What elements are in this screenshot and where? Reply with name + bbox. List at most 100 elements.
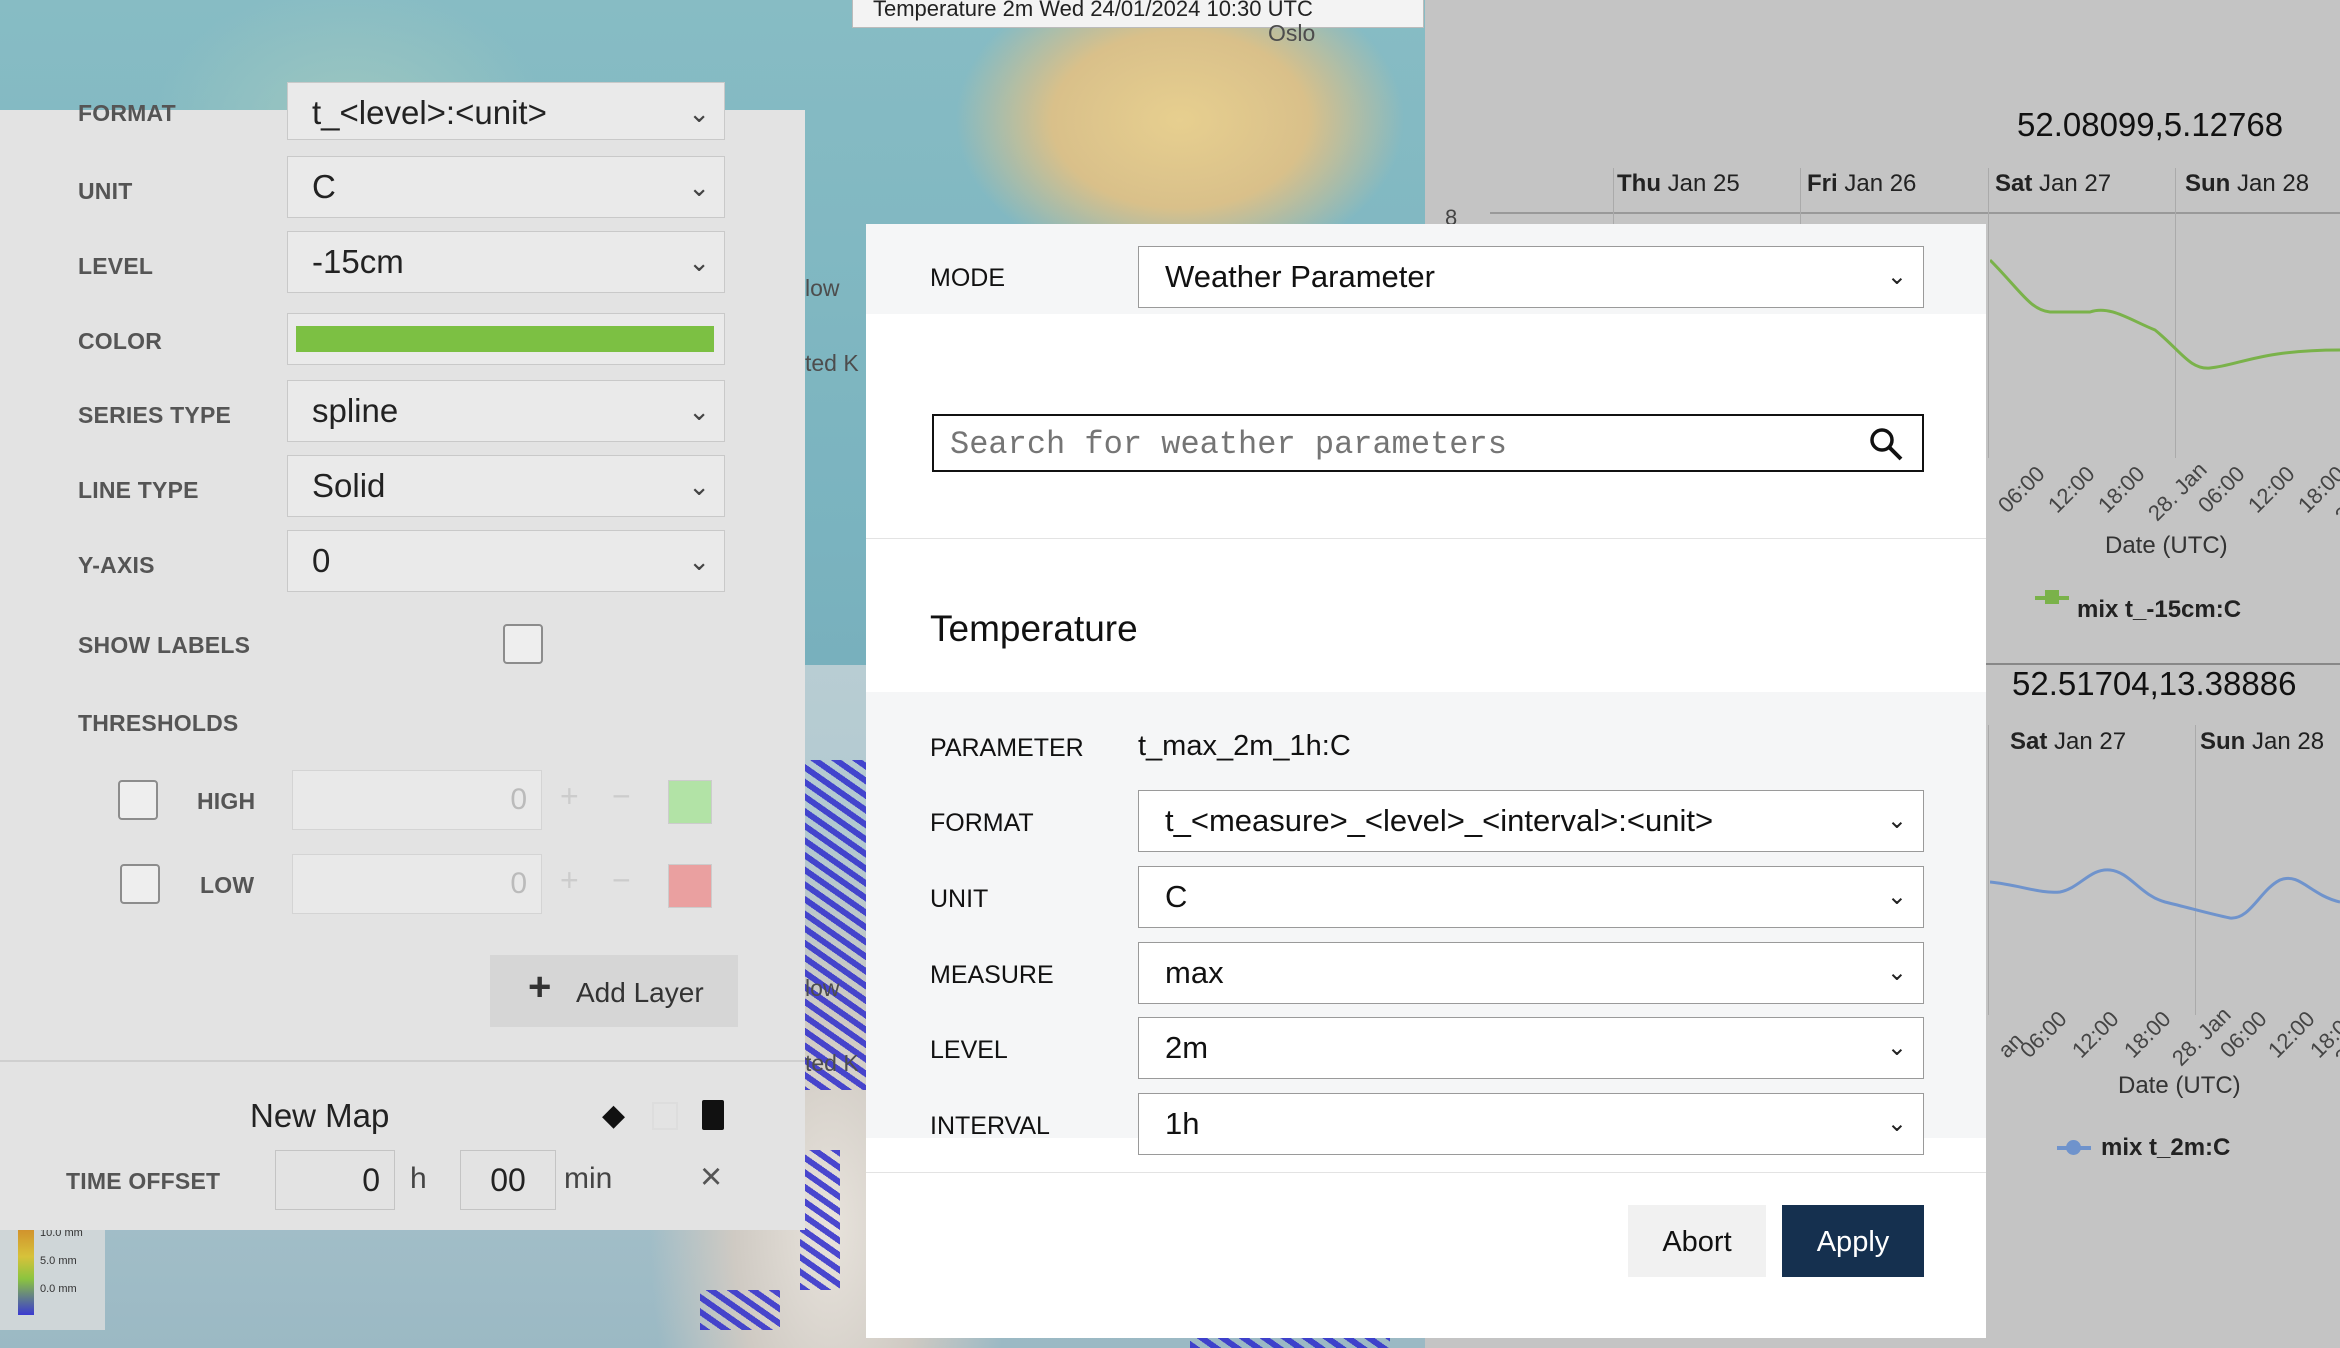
day-header: Sun Jan 28	[2185, 170, 2309, 198]
low-decrement-button[interactable]: −	[612, 862, 631, 899]
parameter-value: t_max_2m_1h:C	[1138, 730, 1351, 762]
apply-button[interactable]: Apply	[1782, 1205, 1924, 1277]
x-tick: 18:00	[2093, 461, 2150, 518]
map-name[interactable]: New Map	[250, 1097, 389, 1135]
day-header-dow: Sun	[2185, 170, 2231, 197]
add-layer-label: Add Layer	[576, 977, 704, 1008]
measure-select[interactable]: max ⌄	[1138, 942, 1924, 1004]
high-threshold-input[interactable]: 0	[292, 770, 542, 830]
day-header: Fri Jan 26	[1807, 170, 1916, 198]
level-select[interactable]: -15cm ⌄	[287, 231, 725, 293]
day-header: Sat Jan 27	[2010, 728, 2126, 756]
unit-label: UNIT	[78, 178, 133, 204]
measure-label: MEASURE	[930, 961, 1054, 989]
format-select[interactable]: t_<measure>_<level>_<interval>:<unit> ⌄	[1138, 790, 1924, 852]
x-tick: 12:00	[2243, 461, 2300, 518]
day-header-dow: Sat	[1995, 170, 2033, 197]
day-divider	[1988, 725, 1989, 1015]
offset-minutes-input[interactable]: 00	[460, 1150, 556, 1210]
add-layer-button[interactable]: + Add Layer	[490, 955, 738, 1027]
measure-value: max	[1165, 955, 1224, 990]
layers-icon[interactable]: ◆	[602, 1098, 625, 1133]
interval-select[interactable]: 1h ⌄	[1138, 1093, 1924, 1155]
chart-gridline	[1490, 212, 2340, 214]
y-axis-select[interactable]: 0 ⌄	[287, 530, 725, 592]
chart-location: 52.08099,5.12768	[2017, 106, 2284, 143]
show-labels-label: SHOW LABELS	[78, 632, 251, 658]
color-label: COLOR	[78, 328, 163, 354]
high-increment-button[interactable]: +	[560, 778, 579, 815]
day-header-date: Jan 28	[2237, 170, 2310, 197]
low-threshold-checkbox[interactable]	[120, 864, 160, 904]
day-header-date: Jan 27	[2054, 728, 2127, 755]
level-select[interactable]: 2m ⌄	[1138, 1017, 1924, 1079]
chevron-down-icon: ⌄	[1886, 1110, 1907, 1137]
plus-icon: +	[528, 965, 552, 1009]
x-axis-title: Date (UTC)	[2105, 532, 2228, 559]
abort-button[interactable]: Abort	[1628, 1205, 1766, 1277]
chart-location: 52.51704,13.38886	[2012, 665, 2297, 702]
series-line-2	[1990, 868, 2340, 920]
chevron-down-icon: ⌄	[688, 247, 710, 277]
low-increment-button[interactable]: +	[560, 862, 579, 899]
chevron-down-icon: ⌄	[688, 471, 710, 501]
panel-divider	[0, 1060, 805, 1062]
format-value: t_<measure>_<level>_<interval>:<unit>	[1165, 803, 1714, 838]
chevron-down-icon: ⌄	[688, 172, 710, 202]
day-header-dow: Fri	[1807, 170, 1838, 197]
level-value: -15cm	[312, 243, 404, 280]
dialog-divider	[866, 1172, 1986, 1173]
day-header-dow: Thu	[1617, 170, 1661, 197]
day-header-date: Jan 27	[2039, 170, 2112, 197]
format-label: FORMAT	[78, 100, 176, 126]
map-label-oslo: Oslo	[1268, 20, 1316, 46]
parameter-label: PARAMETER	[930, 734, 1084, 762]
line-type-select[interactable]: Solid ⌄	[287, 455, 725, 517]
precipitation-overlay	[800, 1150, 840, 1290]
low-label: LOW	[200, 872, 255, 898]
precipitation-legend: 10.0 mm 5.0 mm 0.0 mm	[0, 1215, 105, 1330]
low-threshold-input[interactable]: 0	[292, 854, 542, 914]
low-color-swatch[interactable]	[668, 864, 712, 908]
mode-label: MODE	[930, 264, 1005, 292]
show-labels-checkbox[interactable]	[503, 624, 543, 664]
legend-label[interactable]: mix t_-15cm:C	[2077, 596, 2241, 624]
offset-hours-input[interactable]: 0	[275, 1150, 395, 1210]
format-select[interactable]: t_<level>:<unit> ⌄	[287, 82, 725, 140]
x-tick: 06:00	[2015, 1006, 2072, 1063]
high-threshold-checkbox[interactable]	[118, 780, 158, 820]
minutes-unit: min	[564, 1162, 613, 1195]
y-axis-label: Y-AXIS	[78, 552, 155, 578]
search-icon[interactable]	[1868, 426, 1904, 462]
series-type-select[interactable]: spline ⌄	[287, 380, 725, 442]
chevron-down-icon: ⌄	[1886, 883, 1907, 910]
close-icon[interactable]: ×	[700, 1156, 722, 1199]
legend-color-bar	[18, 1225, 34, 1315]
color-picker[interactable]	[287, 313, 725, 365]
trash-icon[interactable]	[702, 1100, 724, 1130]
line-type-label: LINE TYPE	[78, 477, 199, 503]
chevron-down-icon: ⌄	[688, 396, 710, 426]
y-axis-value: 0	[312, 542, 331, 579]
parameter-settings: PARAMETER t_max_2m_1h:C FORMAT t_<measur…	[866, 692, 1986, 1155]
dialog-divider	[866, 538, 1986, 539]
thresholds-label: THRESHOLDS	[78, 710, 239, 736]
chevron-down-icon: ⌄	[688, 546, 710, 576]
search-input[interactable]	[948, 420, 1832, 468]
unit-value: C	[312, 168, 336, 205]
day-header-date: Jan 25	[1667, 170, 1740, 197]
unit-label: UNIT	[930, 885, 989, 913]
day-header-date: Jan 26	[1844, 170, 1917, 197]
hours-unit: h	[410, 1162, 427, 1195]
unit-select[interactable]: C ⌄	[287, 156, 725, 218]
copy-icon[interactable]	[652, 1102, 678, 1130]
mode-select[interactable]: Weather Parameter ⌄	[1138, 246, 1924, 308]
map-label: ted K	[805, 350, 859, 376]
high-decrement-button[interactable]: −	[612, 778, 631, 815]
unit-select[interactable]: C ⌄	[1138, 866, 1924, 928]
chevron-down-icon: ⌄	[1886, 807, 1907, 834]
day-divider	[1988, 168, 1989, 458]
search-box[interactable]	[932, 414, 1924, 472]
legend-label[interactable]: mix t_2m:C	[2101, 1134, 2230, 1162]
high-color-swatch[interactable]	[668, 780, 712, 824]
